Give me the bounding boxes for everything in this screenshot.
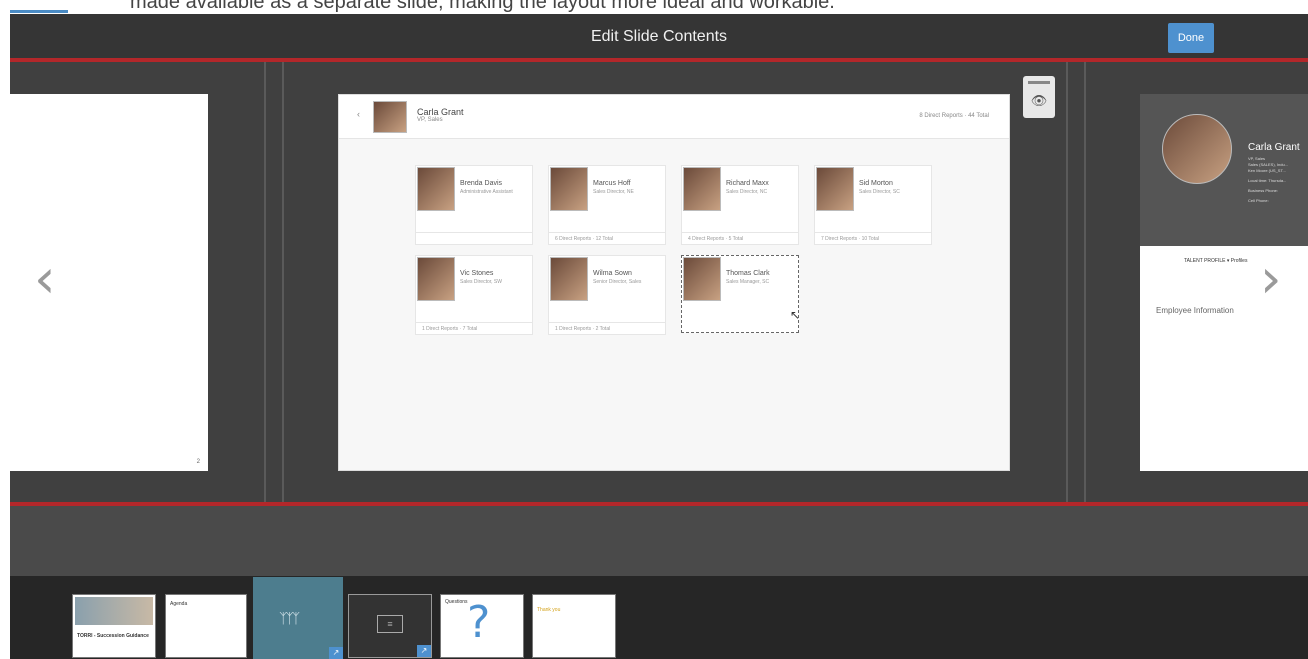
next-slide-icon[interactable]: › [1260, 252, 1282, 306]
avatar [550, 257, 588, 301]
employee-role: Administrative Assistant [460, 189, 513, 195]
back-chevron-icon[interactable]: ‹ [357, 109, 360, 119]
separator-left-2 [282, 62, 284, 502]
slide-page-number: 2 [196, 459, 200, 465]
employee-name: Brenda Davis [460, 180, 503, 187]
lower-band [10, 506, 1308, 576]
employee-reports: 1 Direct Reports · 7 Total [416, 322, 532, 334]
thumb-title: Thank you [537, 607, 561, 613]
current-slide[interactable]: ‹ Carla Grant VP, Sales 8 Direct Reports… [338, 94, 1010, 471]
top-caption-strip: made available as a separate slide, maki… [0, 0, 1308, 14]
avatar [816, 167, 854, 211]
profile-detail: Local time: Thursda... [1248, 178, 1287, 183]
thumb-title: TORRI - Succession Guidance [77, 633, 149, 639]
profile-detail: Cell Phone: [1248, 198, 1269, 203]
employee-reports [416, 232, 532, 244]
separator-right [1066, 62, 1068, 502]
thumbnail-slide-3-active[interactable]: ᛉᛉᛉ ↗ [253, 577, 343, 659]
question-mark-icon: ? [467, 597, 491, 648]
done-button[interactable]: Done [1168, 23, 1214, 53]
employee-reports: 1 Direct Reports · 2 Total [549, 322, 665, 334]
employee-card-selected[interactable]: Thomas Clark Sales Manager, SC ↖ [681, 255, 801, 333]
org-chart-header: ‹ Carla Grant VP, Sales 8 Direct Reports… [339, 95, 1009, 139]
employee-card[interactable]: Richard Maxx Sales Director, NC 4 Direct… [681, 165, 799, 245]
thumbnail-slide-6[interactable]: Thank you [532, 594, 616, 658]
profile-detail: VP, Sales [1248, 156, 1266, 161]
eye-icon: 👁 [1030, 94, 1048, 109]
profile-detail: Ken Moore (US_ST... [1248, 168, 1286, 173]
profile-name: Carla Grant [1248, 142, 1300, 153]
employee-name: Richard Maxx [726, 180, 769, 187]
employee-card[interactable]: Wilma Sown Senior Director, Sales 1 Dire… [548, 255, 666, 335]
editor-stage: Edit Slide Contents Done 2 ‹ ‹ Carla Gra… [10, 14, 1308, 659]
thumb-image [75, 597, 153, 625]
profile-detail: Business Phone: [1248, 188, 1279, 193]
org-chart-icon: ᛉᛉᛉ [279, 611, 300, 627]
caption-accent [10, 10, 68, 13]
employee-role: Sales Director, NE [593, 189, 634, 195]
employee-card[interactable]: Vic Stones Sales Director, SW 1 Direct R… [415, 255, 533, 335]
thumbnail-slide-1[interactable]: TORRI - Succession Guidance [72, 594, 156, 658]
thumbnail-slide-2[interactable]: Agenda [165, 594, 247, 658]
cursor-pointer-icon: ↖ [790, 308, 801, 322]
employee-name: Thomas Clark [726, 270, 770, 277]
avatar [550, 167, 588, 211]
drag-handle [1028, 81, 1050, 84]
thumbnail-slide-5[interactable]: Questions ? [440, 594, 524, 658]
employee-name: Sid Morton [859, 180, 893, 187]
thumb-title: Questions [445, 599, 468, 605]
profile-avatar [1162, 114, 1232, 184]
avatar [683, 257, 721, 301]
employee-name: Wilma Sown [593, 270, 632, 277]
manager-role: VP, Sales [417, 117, 443, 123]
header-bar: Edit Slide Contents Done [10, 14, 1308, 60]
employee-card[interactable]: Brenda Davis Administrative Assistant [415, 165, 533, 245]
employee-card[interactable]: Marcus Hoff Sales Director, NE 6 Direct … [548, 165, 666, 245]
employee-role: Senior Director, Sales [593, 279, 642, 285]
thumb-title: Agenda [170, 601, 188, 607]
thumbnail-slide-4[interactable]: ≡ ↗ [348, 594, 432, 658]
profile-header: Carla Grant VP, Sales Sales (SALES), Ind… [1140, 94, 1308, 246]
manager-reports: 8 Direct Reports · 44 Total [919, 113, 989, 119]
avatar [683, 167, 721, 211]
avatar [417, 257, 455, 301]
separator-right-2 [1084, 62, 1086, 502]
preview-toggle[interactable]: 👁 [1023, 76, 1055, 118]
page-title: Edit Slide Contents [590, 28, 728, 45]
prev-slide-icon[interactable]: ‹ [34, 252, 56, 306]
employee-role: Sales Director, SC [859, 189, 900, 195]
employee-reports: 4 Direct Reports · 5 Total [682, 232, 798, 244]
expand-badge-icon[interactable]: ↗ [417, 645, 431, 657]
section-title: Employee Information [1156, 306, 1234, 315]
manager-name: Carla Grant [417, 107, 464, 117]
id-card-icon: ≡ [377, 615, 403, 633]
employee-role: Sales Director, NC [726, 189, 768, 195]
employee-name: Vic Stones [460, 270, 494, 277]
employee-reports: 7 Direct Reports · 10 Total [815, 232, 931, 244]
employee-role: Sales Manager, SC [726, 279, 770, 285]
employee-card[interactable]: Sid Morton Sales Director, SC 7 Direct R… [814, 165, 932, 245]
profile-tabs[interactable]: TALENT PROFILE ▾ Profiles [1184, 258, 1247, 264]
employee-reports: 6 Direct Reports · 12 Total [549, 232, 665, 244]
manager-avatar [373, 101, 407, 133]
profile-detail: Sales (SALES), Indu... [1248, 162, 1289, 167]
next-slide[interactable]: Carla Grant VP, Sales Sales (SALES), Ind… [1140, 94, 1308, 471]
expand-badge-icon[interactable]: ↗ [329, 647, 343, 659]
employee-name: Marcus Hoff [593, 180, 631, 187]
separator-left [264, 62, 266, 502]
employee-role: Sales Director, SW [460, 279, 502, 285]
avatar [417, 167, 455, 211]
caption-text: made available as a separate slide, maki… [130, 0, 835, 13]
